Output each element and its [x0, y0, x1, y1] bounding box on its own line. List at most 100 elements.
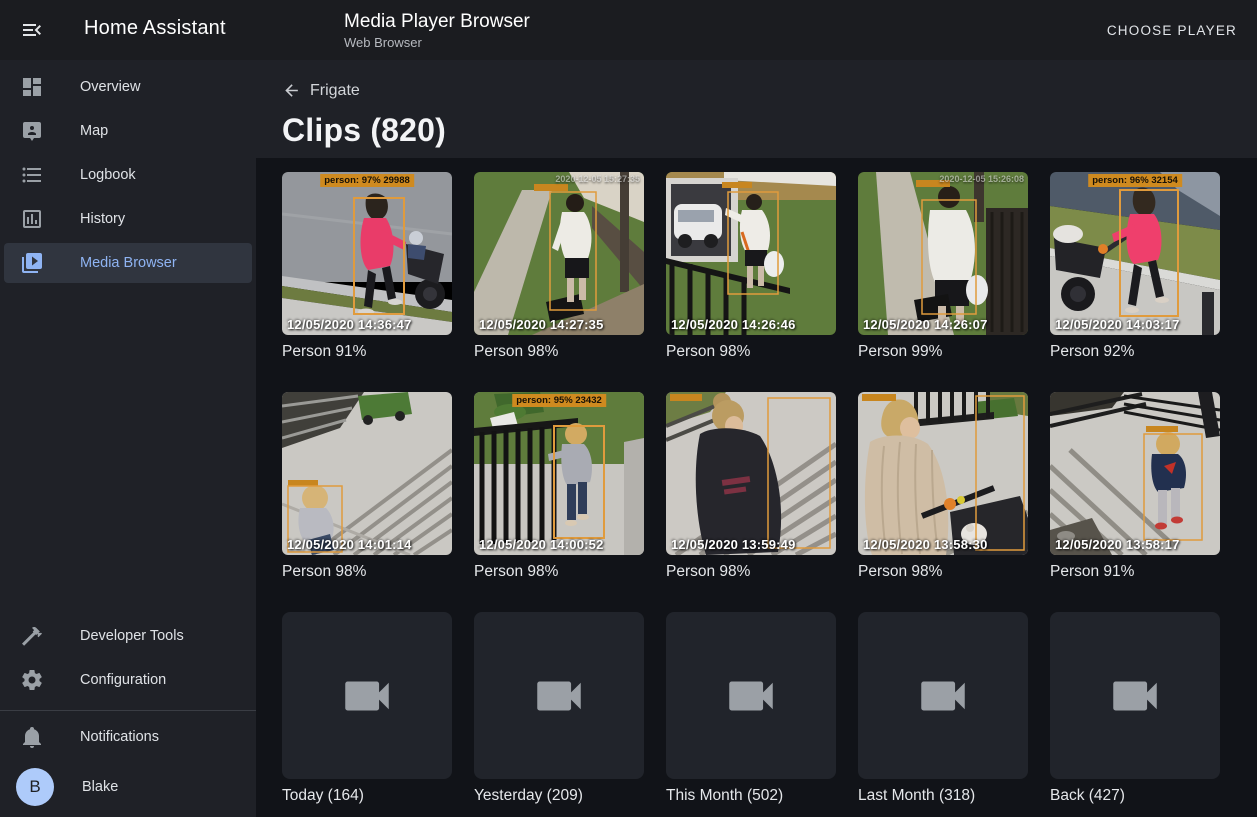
list-bulleted-icon: [20, 163, 44, 187]
media-browser-area: person: 97% 29988 12/05/2020 14:36:47 Pe…: [256, 158, 1257, 817]
clip-timestamp: 12/05/2020 14:26:07: [863, 317, 988, 332]
clip-thumbnail[interactable]: 12/05/2020 13:58:17: [1050, 392, 1220, 555]
sidebar-item-user[interactable]: B Blake: [4, 763, 252, 811]
clip-thumbnail[interactable]: 12/05/2020 14:26:46: [666, 172, 836, 335]
camera-snapshot: [858, 392, 1028, 555]
clip-timestamp: 12/05/2020 14:36:47: [287, 317, 412, 332]
sidebar-toggle-button[interactable]: [8, 6, 56, 54]
clip-thumbnail[interactable]: person: 97% 29988 12/05/2020 14:36:47: [282, 172, 452, 335]
play-box-multiple-icon: [20, 251, 44, 275]
clip-timestamp: 12/05/2020 14:01:14: [287, 537, 412, 552]
top-app-bar: Home Assistant Media Player Browser Web …: [0, 0, 1257, 60]
breadcrumb-label: Frigate: [310, 82, 360, 100]
sidebar-item-developer-tools[interactable]: Developer Tools: [4, 616, 252, 656]
avatar: B: [16, 768, 54, 806]
folder-tile[interactable]: [666, 612, 836, 779]
detection-label: person: 96% 32154: [1088, 174, 1182, 187]
folder-label: Yesterday (209): [474, 787, 644, 805]
sidebar-item-media-browser[interactable]: Media Browser: [4, 243, 252, 283]
folder-card-this-month-502-[interactable]: This Month (502): [666, 612, 836, 805]
bell-icon: [20, 725, 44, 749]
map-account-icon: [20, 119, 44, 143]
user-name: Blake: [82, 779, 118, 795]
clip-card[interactable]: 2020-12-05 15:27:35 12/05/2020 14:27:35 …: [474, 172, 644, 361]
arrow-left-icon: [282, 81, 301, 100]
clip-card[interactable]: 2020-12-05 15:26:08 12/05/2020 14:26:07 …: [858, 172, 1028, 361]
page-title-block: Media Player Browser Web Browser: [344, 9, 530, 51]
video-icon: [722, 667, 780, 725]
breadcrumb-back-button[interactable]: Frigate: [282, 81, 360, 100]
sidebar-item-notifications[interactable]: Notifications: [4, 717, 252, 757]
video-icon: [914, 667, 972, 725]
folder-card-last-month-318-[interactable]: Last Month (318): [858, 612, 1028, 805]
sidebar-item-configuration[interactable]: Configuration: [4, 660, 252, 700]
sidebar-spacer: [0, 287, 256, 612]
clip-caption: Person 98%: [666, 563, 836, 581]
clip-thumbnail[interactable]: person: 95% 23432 12/05/2020 14:00:52: [474, 392, 644, 555]
camera-snapshot: [474, 392, 644, 555]
clip-timestamp: 12/05/2020 14:26:46: [671, 317, 796, 332]
clip-thumbnail[interactable]: 2020-12-05 15:26:08 12/05/2020 14:26:07: [858, 172, 1028, 335]
camera-snapshot: [282, 392, 452, 555]
clip-card[interactable]: 12/05/2020 13:58:30 Person 98%: [858, 392, 1028, 581]
folder-label: This Month (502): [666, 787, 836, 805]
camera-snapshot: [858, 172, 1028, 335]
sidebar: Overview Map Logbook History Media Brows…: [0, 60, 256, 817]
clip-caption: Person 92%: [1050, 343, 1220, 361]
chart-box-icon: [20, 207, 44, 231]
menu-open-icon: [20, 18, 44, 42]
clip-thumbnail[interactable]: 2020-12-05 15:27:35 12/05/2020 14:27:35: [474, 172, 644, 335]
folder-tile[interactable]: [282, 612, 452, 779]
camera-snapshot: [1050, 172, 1220, 335]
sidebar-item-map[interactable]: Map: [4, 111, 252, 151]
camera-snapshot: [474, 172, 644, 335]
hammer-icon: [20, 624, 44, 648]
clip-caption: Person 98%: [282, 563, 452, 581]
clip-caption: Person 98%: [474, 343, 644, 361]
clip-card[interactable]: person: 95% 23432 12/05/2020 14:00:52 Pe…: [474, 392, 644, 581]
video-icon: [530, 667, 588, 725]
folder-card-today-164-[interactable]: Today (164): [282, 612, 452, 805]
choose-player-button[interactable]: CHOOSE PLAYER: [1099, 0, 1245, 60]
clip-timestamp: 12/05/2020 13:59:49: [671, 537, 796, 552]
clip-thumbnail[interactable]: 12/05/2020 13:59:49: [666, 392, 836, 555]
folder-card-back-427-[interactable]: Back (427): [1050, 612, 1220, 805]
clip-caption: Person 91%: [1050, 563, 1220, 581]
sidebar-item-logbook[interactable]: Logbook: [4, 155, 252, 195]
page-subtitle: Web Browser: [344, 34, 530, 51]
clip-timestamp: 12/05/2020 13:58:17: [1055, 537, 1180, 552]
clip-timestamp: 12/05/2020 13:58:30: [863, 537, 988, 552]
folder-tile[interactable]: [858, 612, 1028, 779]
folder-tile[interactable]: [1050, 612, 1220, 779]
clip-caption: Person 98%: [474, 563, 644, 581]
app-title: Home Assistant: [84, 17, 226, 40]
notifications-label: Notifications: [80, 729, 159, 745]
clip-thumbnail[interactable]: 12/05/2020 13:58:30: [858, 392, 1028, 555]
sidebar-divider: [0, 710, 256, 711]
page-title: Media Player Browser: [344, 9, 530, 34]
clip-card[interactable]: person: 96% 32154 12/05/2020 14:03:17 Pe…: [1050, 172, 1220, 361]
clip-card[interactable]: 12/05/2020 14:26:46 Person 98%: [666, 172, 836, 361]
clip-timestamp: 12/05/2020 14:27:35: [479, 317, 604, 332]
clip-card[interactable]: 12/05/2020 13:58:17 Person 91%: [1050, 392, 1220, 581]
clip-timestamp: 12/05/2020 14:03:17: [1055, 317, 1180, 332]
clip-caption: Person 91%: [282, 343, 452, 361]
page-heading: Clips (820): [282, 112, 1257, 149]
sidebar-main-items: Overview Map Logbook History Media Brows…: [0, 63, 256, 287]
clip-thumbnail[interactable]: person: 96% 32154 12/05/2020 14:03:17: [1050, 172, 1220, 335]
clip-thumbnail[interactable]: 12/05/2020 14:01:14: [282, 392, 452, 555]
sidebar-item-history[interactable]: History: [4, 199, 252, 239]
clip-card[interactable]: person: 97% 29988 12/05/2020 14:36:47 Pe…: [282, 172, 452, 361]
clip-caption: Person 98%: [666, 343, 836, 361]
camera-osd-datetime: 2020-12-05 15:26:08: [939, 174, 1024, 184]
folder-card-yesterday-209-[interactable]: Yesterday (209): [474, 612, 644, 805]
folder-tile[interactable]: [474, 612, 644, 779]
clip-timestamp: 12/05/2020 14:00:52: [479, 537, 604, 552]
clip-card[interactable]: 12/05/2020 14:01:14 Person 98%: [282, 392, 452, 581]
camera-osd-datetime: 2020-12-05 15:27:35: [555, 174, 640, 184]
clip-card[interactable]: 12/05/2020 13:59:49 Person 98%: [666, 392, 836, 581]
sidebar-item-overview[interactable]: Overview: [4, 67, 252, 107]
gear-icon: [20, 668, 44, 692]
detection-label: person: 97% 29988: [320, 174, 414, 187]
folder-label: Back (427): [1050, 787, 1220, 805]
